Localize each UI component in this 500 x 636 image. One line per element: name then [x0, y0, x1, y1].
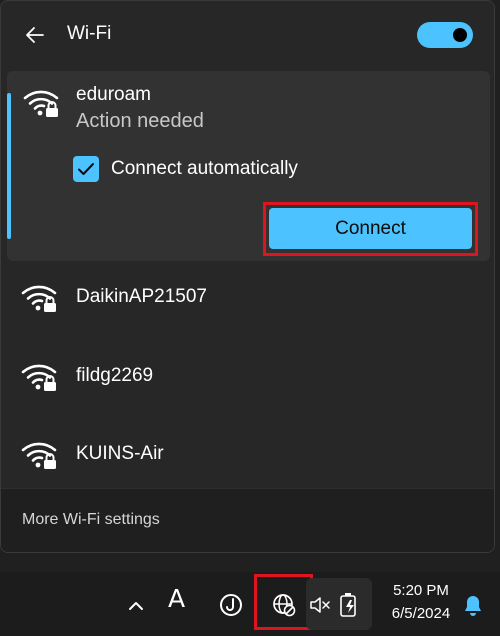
taskbar-time[interactable]: 5:20 PM [385, 582, 457, 599]
wifi-lock-icon [21, 359, 59, 393]
page-title: Wi-Fi [67, 23, 112, 44]
wifi-header: Wi-Fi [1, 1, 494, 69]
wifi-lock-icon [21, 437, 59, 471]
wifi-lock-icon [21, 280, 59, 314]
back-arrow-icon[interactable] [23, 23, 47, 47]
more-wifi-settings-link[interactable]: More Wi-Fi settings [22, 511, 160, 529]
network-ssid: fildg2269 [76, 365, 154, 386]
bell-icon[interactable] [462, 594, 484, 618]
taskbar-date[interactable]: 6/5/2024 [385, 605, 457, 622]
network-item[interactable]: fildg2269 [1, 345, 494, 407]
selection-indicator [7, 93, 11, 239]
network-item-expanded[interactable]: eduroam Action needed Connect automatica… [7, 71, 490, 261]
network-ssid: DaikinAP21507 [76, 286, 207, 307]
wifi-flyout: Wi-Fi eduroam Action needed Connect auto… [0, 0, 495, 553]
network-status: Action needed [76, 110, 204, 132]
network-ssid: KUINS-Air [76, 443, 164, 464]
connect-automatically-checkbox[interactable] [73, 156, 99, 182]
flyout-footer: More Wi-Fi settings [1, 488, 494, 552]
network-item[interactable]: KUINS-Air [1, 423, 494, 485]
wifi-toggle[interactable] [417, 22, 473, 48]
clock-icon[interactable] [218, 592, 244, 618]
wifi-lock-icon [23, 85, 61, 119]
volume-muted-icon[interactable] [308, 594, 332, 616]
toggle-knob [453, 28, 467, 42]
network-item[interactable]: DaikinAP21507 [1, 266, 494, 328]
taskbar: A 5:20 PM 6/5/2024 [0, 572, 500, 636]
battery-charging-icon[interactable] [338, 590, 364, 618]
network-ssid: eduroam [76, 84, 151, 105]
connect-button[interactable]: Connect [269, 208, 472, 249]
checkmark-icon [78, 163, 94, 175]
chevron-up-icon[interactable] [124, 594, 148, 618]
connect-automatically-label: Connect automatically [111, 158, 298, 179]
ime-indicator[interactable]: A [168, 584, 185, 613]
globe-no-internet-icon[interactable] [271, 592, 297, 618]
